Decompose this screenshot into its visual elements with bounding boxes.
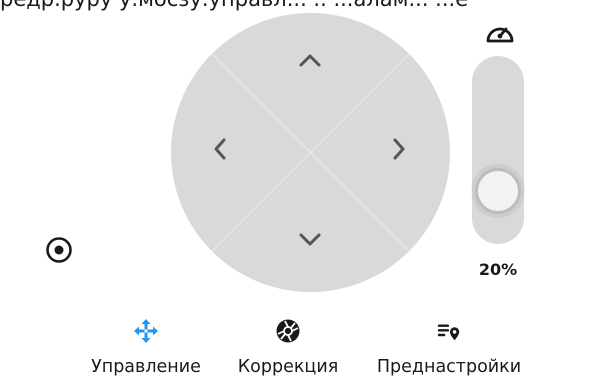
speed-value: 20% xyxy=(478,260,518,279)
top-clipped-text: редр.руру у.мосзу.управл... .. ...алам..… xyxy=(0,0,606,11)
speedometer-icon xyxy=(484,20,516,46)
chevron-left-icon xyxy=(214,138,226,160)
tab-correction[interactable]: Коррекция xyxy=(232,318,344,377)
pan-right-button[interactable] xyxy=(369,119,429,179)
pan-left-button[interactable] xyxy=(190,119,250,179)
aperture-icon xyxy=(275,318,301,344)
center-target-button[interactable] xyxy=(44,235,74,265)
speed-slider-thumb[interactable] xyxy=(475,167,521,214)
pan-up-button[interactable] xyxy=(280,30,340,90)
pan-down-button[interactable] xyxy=(280,210,340,270)
tab-presets[interactable]: Преднастройки xyxy=(366,318,532,377)
tab-correction-label: Коррекция xyxy=(237,357,339,377)
move-arrows-icon xyxy=(133,318,159,344)
tab-presets-label: Преднастройки xyxy=(376,357,522,377)
preset-list-icon xyxy=(436,318,462,344)
tab-control[interactable]: Управление xyxy=(84,318,208,377)
chevron-right-icon xyxy=(393,138,405,160)
tab-control-label: Управление xyxy=(91,357,201,377)
speed-slider[interactable] xyxy=(472,56,524,244)
chevron-up-icon xyxy=(299,54,321,67)
target-icon xyxy=(46,237,72,263)
chevron-down-icon xyxy=(299,233,321,246)
direction-pad[interactable] xyxy=(171,13,450,292)
